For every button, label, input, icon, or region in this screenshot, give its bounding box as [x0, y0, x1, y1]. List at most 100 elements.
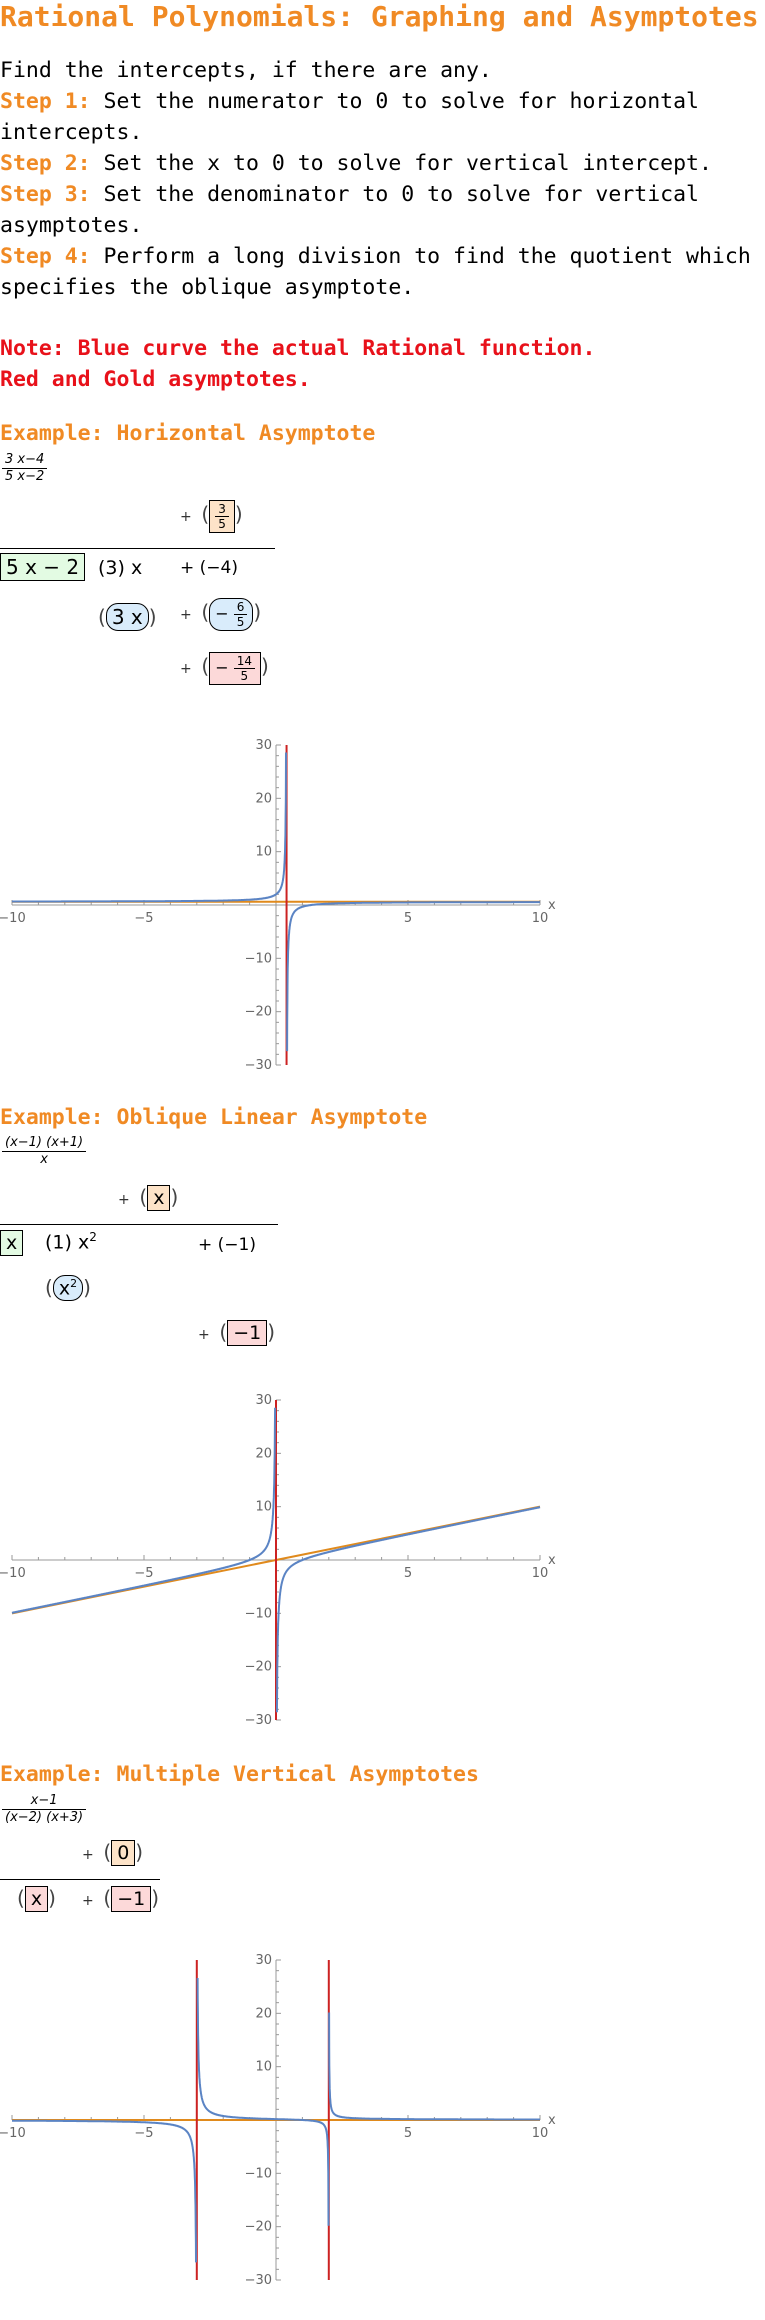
subtract-exponent: 2 — [70, 1277, 78, 1290]
remainder: + (− 14 5) — [180, 652, 269, 685]
intro-text: Find the intercepts, if there are any. S… — [0, 55, 765, 303]
divisor-value: x — [0, 1230, 24, 1256]
dividend-constant: + (−1) — [198, 1235, 256, 1255]
remainder-denominator: 5 — [240, 669, 249, 683]
intro-line: Find the intercepts, if there are any. — [0, 58, 492, 83]
remainder-value: −1 — [111, 1886, 152, 1912]
x-tick-label: −10 — [0, 1566, 26, 1581]
example-heading-multiple-vertical: Example: Multiple Vertical Asymptotes — [0, 1762, 479, 1787]
step-label: Step 2: — [0, 151, 91, 176]
y-tick-label: 30 — [255, 1953, 272, 1968]
quotient-numerator: 3 — [215, 502, 229, 517]
quotient-value: x — [147, 1185, 171, 1211]
step-1: Step 1: Set the numerator to 0 to solve … — [0, 86, 765, 148]
x-tick-label: −5 — [134, 911, 153, 926]
note-line-1: Note: Blue curve the actual Rational fun… — [0, 336, 596, 361]
sub-numerator: 6 — [233, 600, 248, 615]
divisor: x — [0, 1230, 24, 1256]
step-2: Step 2: Set the x to 0 to solve for vert… — [0, 148, 765, 179]
step-label: Step 4: — [0, 244, 91, 269]
fraction-denominator: 5 x−2 — [5, 469, 45, 484]
subtract-constant: + (− 6 5) — [180, 598, 262, 631]
remainder: + (−1) — [198, 1320, 276, 1346]
subtract-base: x — [58, 1277, 71, 1300]
step-text: Set the x to 0 to solve for vertical int… — [90, 151, 712, 176]
y-tick-label: 10 — [255, 845, 272, 860]
x-tick-label: 10 — [532, 911, 549, 926]
sign: − — [215, 604, 229, 623]
fraction-denominator: (x−2) (x+3) — [5, 1810, 84, 1825]
step-label: Step 3: — [0, 182, 91, 207]
y-tick-label: −10 — [245, 951, 272, 966]
step-text: Set the numerator to 0 to solve for hori… — [0, 89, 699, 145]
x-tick-label: 5 — [404, 2126, 412, 2141]
division-bar — [0, 1879, 160, 1880]
x-tick-label: 5 — [404, 1566, 412, 1581]
y-tick-label: −10 — [245, 1606, 272, 1621]
example-fraction: x−1 (x−2) (x+3) — [2, 1793, 87, 1826]
x-tick-label: −10 — [0, 911, 26, 926]
sign: − — [215, 658, 229, 677]
quotient-denominator: 5 — [218, 517, 226, 531]
note-line-2: Red and Gold asymptotes. — [0, 367, 311, 392]
subtract-term: (x2) — [45, 1275, 91, 1302]
dividend-term: (3) x — [98, 557, 143, 579]
y-tick-label: 30 — [255, 738, 272, 753]
step-text: Perform a long division to find the quot… — [0, 244, 751, 300]
y-tick-label: 30 — [255, 1393, 272, 1408]
y-tick-label: −30 — [245, 2273, 272, 2288]
y-tick-label: 10 — [255, 2060, 272, 2075]
example-fraction: 3 x−4 5 x−2 — [2, 452, 48, 485]
fraction-numerator: (x−1) (x+1) — [2, 1135, 87, 1152]
remainder-numerator: 14 — [233, 654, 255, 669]
fraction-numerator: 3 x−4 — [2, 452, 48, 469]
step-4: Step 4: Perform a long division to find … — [0, 241, 765, 303]
dividend-constant: + (−4) — [180, 558, 238, 578]
quotient: + (x) — [118, 1185, 179, 1211]
x-tick-label: 10 — [532, 1566, 549, 1581]
quotient-value: 0 — [111, 1840, 136, 1866]
y-tick-label: 20 — [255, 1446, 272, 1461]
x-tick-label: −10 — [0, 2126, 26, 2141]
x-tick-label: 10 — [532, 2126, 549, 2141]
remainder-value: −1 — [227, 1320, 268, 1346]
dividend-term: (1) x2 — [45, 1230, 97, 1253]
plot-horizontal: −10 −5 5 10 −30 −20 −10 10 20 30 x — [0, 738, 556, 1073]
quotient: + (0) — [82, 1840, 144, 1866]
page-title: Rational Polynomials: Graphing and Asymp… — [0, 0, 759, 33]
divisor: 5 x − 2 — [0, 553, 86, 581]
y-tick-label: −20 — [245, 1660, 272, 1675]
y-tick-label: −30 — [245, 1713, 272, 1728]
step-text: Set the denominator to 0 to solve for ve… — [0, 182, 699, 238]
fraction-numerator: x−1 — [2, 1793, 87, 1810]
x-axis-label: x — [548, 2113, 556, 2128]
subtract-term: (3 x) — [98, 603, 157, 631]
example-fraction: (x−1) (x+1) x — [2, 1135, 87, 1168]
y-tick-label: 10 — [255, 1500, 272, 1515]
divisor-value: 5 x − 2 — [0, 553, 86, 581]
step-label: Step 1: — [0, 89, 91, 114]
y-tick-label: −30 — [245, 1058, 272, 1073]
x-tick-label: 5 — [404, 911, 412, 926]
subtract-value: 3 x — [105, 603, 149, 631]
x-tick-label: −5 — [134, 2126, 153, 2141]
divisor: (x) — [17, 1886, 56, 1912]
divisor-value: x — [24, 1886, 49, 1912]
plot-multiple-vertical: −10 −5 5 10 −30 −20 −10 10 20 30 x — [0, 1953, 556, 2288]
y-tick-label: −20 — [245, 1005, 272, 1020]
x-axis-label: x — [548, 1553, 556, 1568]
note: Note: Blue curve the actual Rational fun… — [0, 333, 595, 395]
example-heading-oblique: Example: Oblique Linear Asymptote — [0, 1105, 428, 1130]
x-axis-label: x — [548, 898, 556, 913]
y-tick-label: 20 — [255, 791, 272, 806]
y-tick-label: −10 — [245, 2166, 272, 2181]
step-3: Step 3: Set the denominator to 0 to solv… — [0, 179, 765, 241]
division-bar — [0, 1224, 278, 1225]
quotient: + (3 5) — [180, 500, 243, 533]
dividend-coefficient: (1) x — [45, 1231, 90, 1254]
x-tick-label: −5 — [134, 1566, 153, 1581]
y-tick-label: −20 — [245, 2220, 272, 2235]
dividend-exponent: 2 — [89, 1230, 97, 1244]
y-tick-label: 20 — [255, 2006, 272, 2021]
division-bar — [0, 548, 275, 549]
